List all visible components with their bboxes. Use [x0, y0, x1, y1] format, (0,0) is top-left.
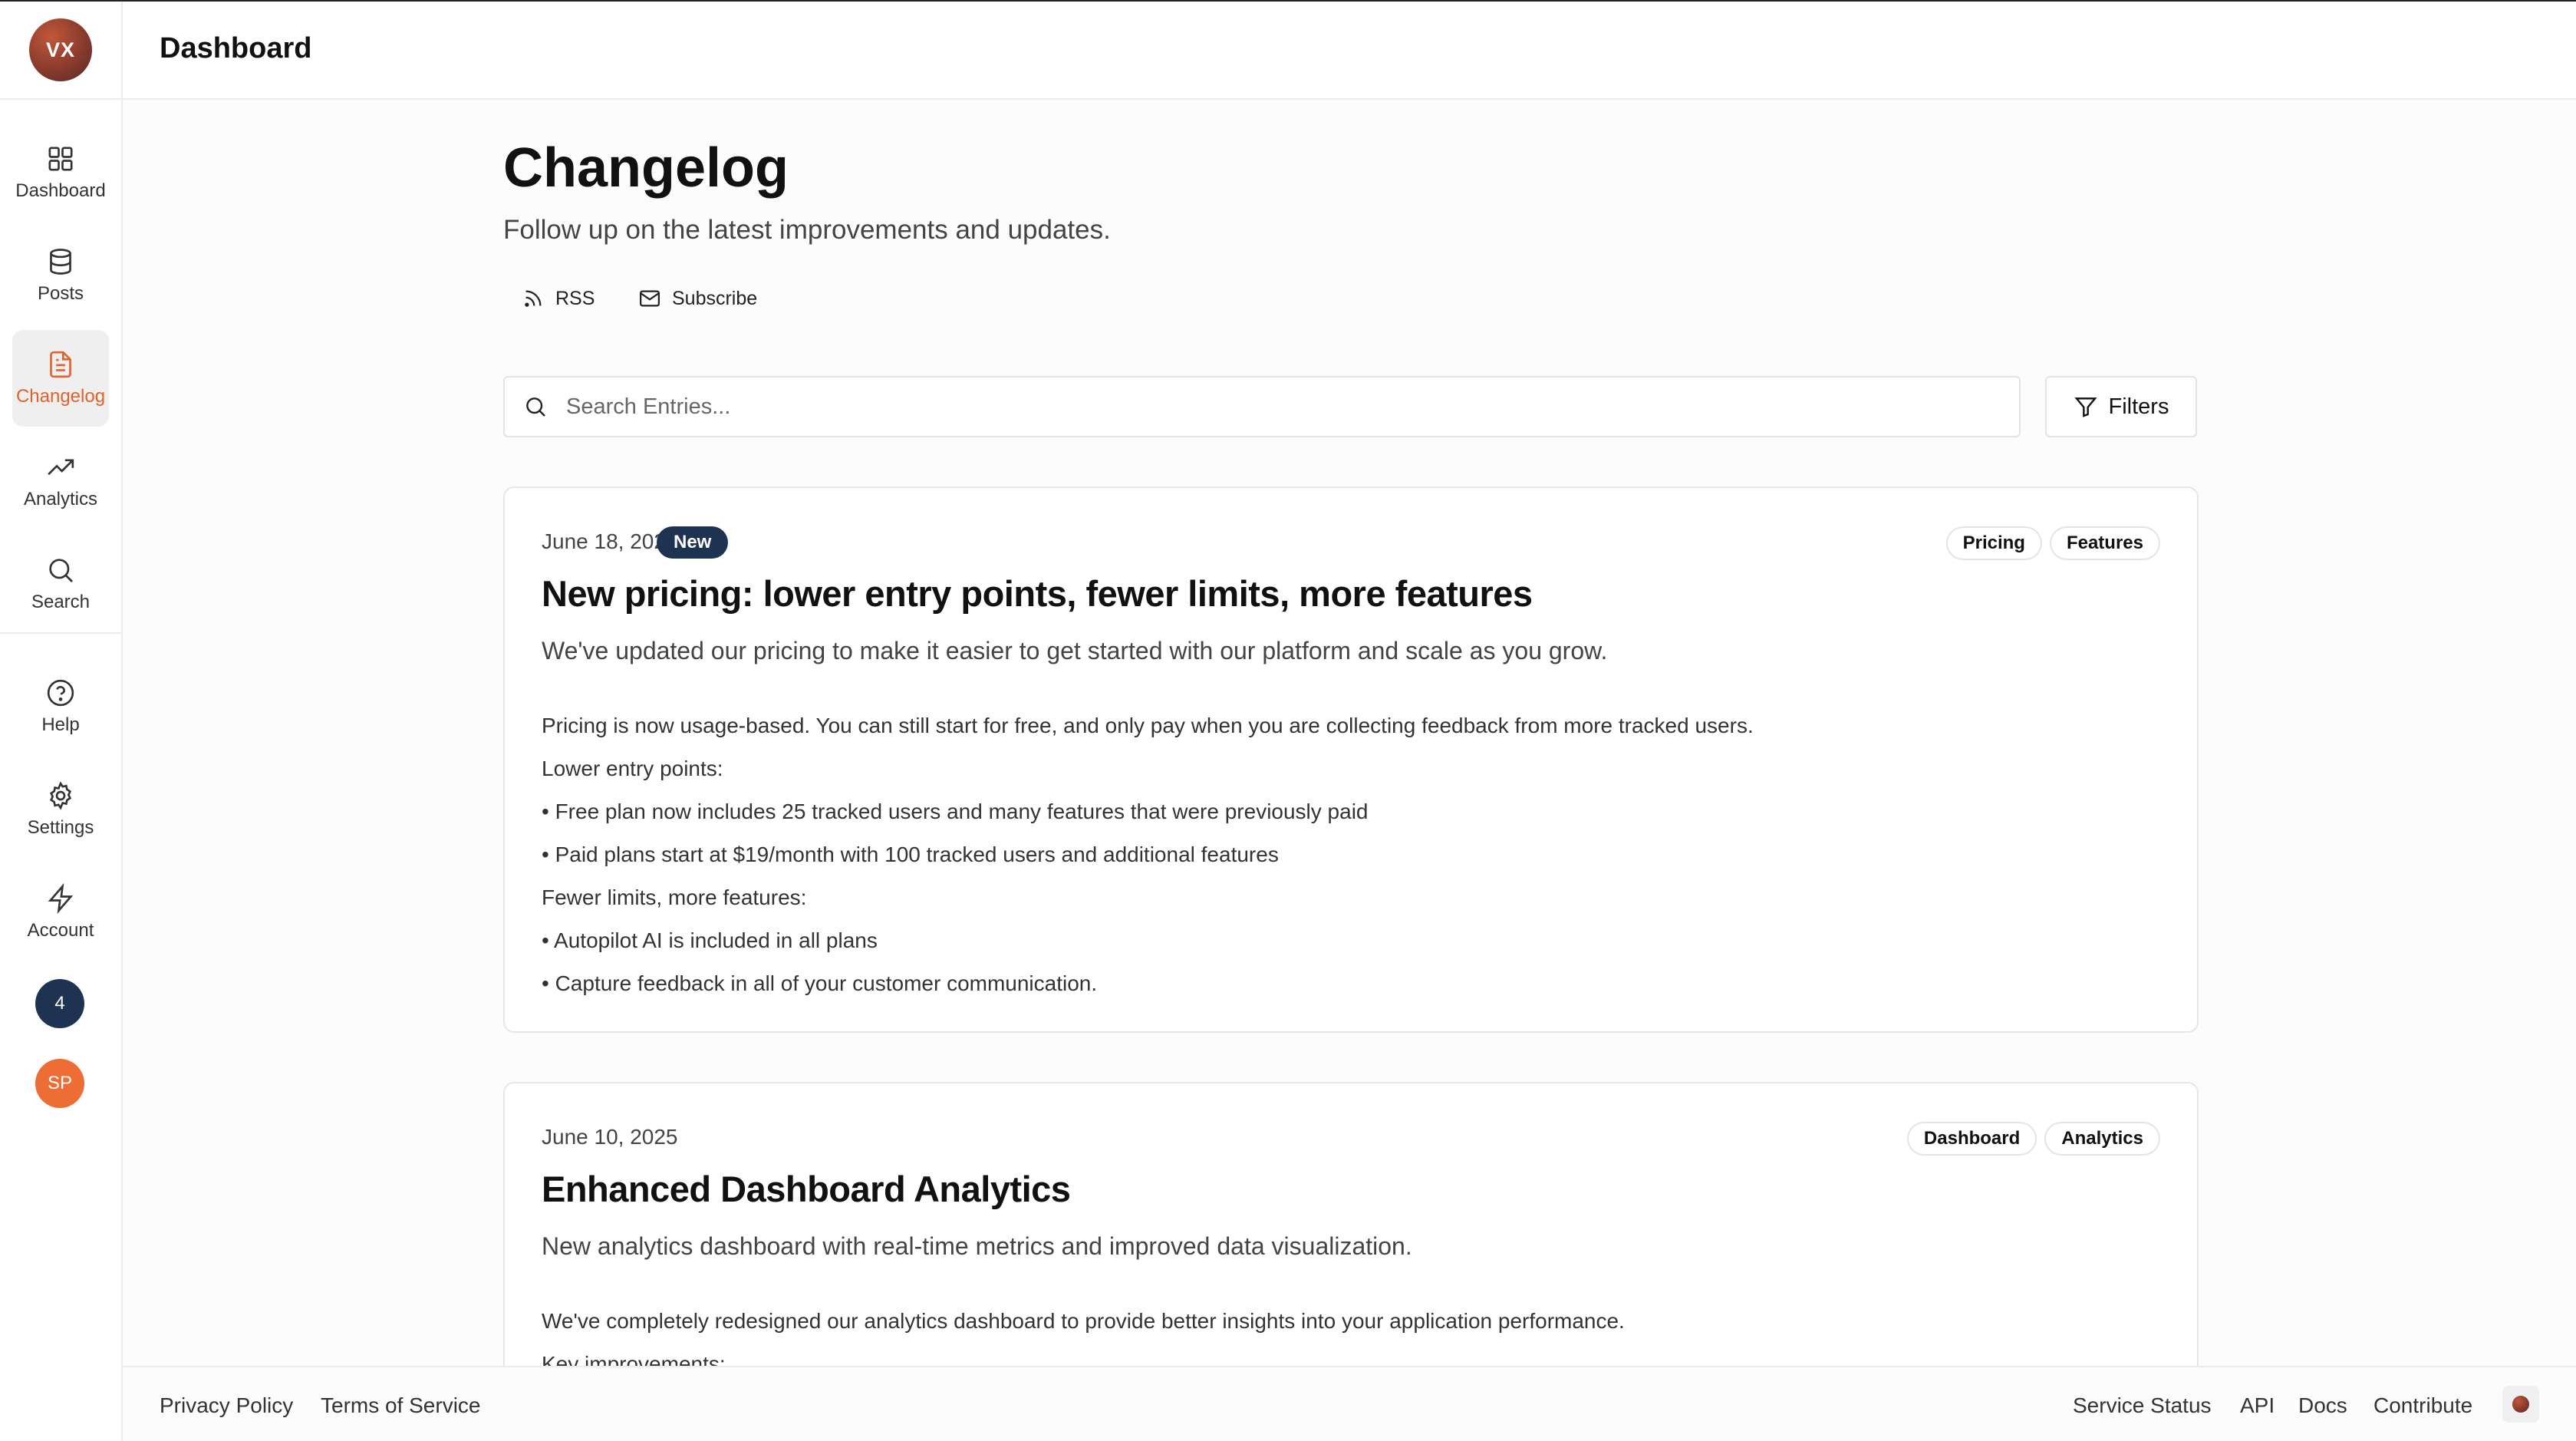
sidebar-item-label: Settings: [27, 817, 94, 838]
mail-icon: [640, 290, 660, 307]
tag-features[interactable]: Features: [2049, 526, 2160, 560]
sidebar: VX Dashboard Posts Changelog Analytics S…: [0, 2, 123, 1441]
sidebar-item-help[interactable]: Help: [12, 658, 109, 755]
gear-icon: [49, 781, 72, 810]
rss-label: RSS: [555, 287, 595, 309]
sidebar-item-label: Changelog: [15, 386, 106, 407]
filters-button[interactable]: Filters: [2045, 376, 2197, 437]
entry-body-line: • Capture feedback in all of your custom…: [542, 971, 1098, 995]
sidebar-item-changelog[interactable]: Changelog: [12, 330, 109, 427]
search-bar: [503, 376, 2021, 437]
search-input[interactable]: [566, 394, 1947, 420]
entry-body-line: Key improvements:: [542, 1352, 726, 1366]
service-status-link[interactable]: Service Status: [2073, 1393, 2212, 1418]
filters-label: Filters: [2108, 394, 2169, 419]
subscribe-button[interactable]: Subscribe: [620, 278, 776, 319]
sidebar-item-analytics[interactable]: Analytics: [12, 433, 109, 529]
lightning-icon: [48, 883, 74, 914]
main-content: Changelog Follow up on the latest improv…: [123, 100, 2576, 1366]
entry-title[interactable]: New pricing: lower entry points, fewer l…: [542, 572, 1533, 615]
theme-toggle-button[interactable]: [2502, 1386, 2539, 1423]
changelog-entry: June 10, 2025 Dashboard Analytics Enhanc…: [503, 1082, 2199, 1366]
sidebar-item-label: Analytics: [23, 489, 98, 509]
tag-analytics[interactable]: Analytics: [2044, 1122, 2160, 1156]
grid-icon: [48, 147, 73, 171]
docs-link[interactable]: Docs: [2298, 1393, 2347, 1418]
sidebar-item-settings[interactable]: Settings: [12, 761, 109, 858]
sidebar-item-search[interactable]: Search: [12, 536, 109, 632]
entry-date: June 10, 2025: [542, 1125, 678, 1149]
privacy-policy-link[interactable]: Privacy Policy: [160, 1393, 293, 1418]
entry-body-line: • Free plan now includes 25 tracked user…: [542, 800, 1369, 823]
theme-dot-icon: [2512, 1396, 2529, 1413]
database-icon: [50, 249, 71, 275]
search-icon: [526, 397, 545, 417]
sidebar-item-posts[interactable]: Posts: [12, 227, 109, 324]
search-icon: [49, 559, 73, 582]
entry-body-line: Lower entry points:: [542, 757, 723, 780]
user-avatar[interactable]: SP: [35, 1059, 84, 1108]
footer: Privacy Policy Terms of Service Service …: [123, 1366, 2576, 1441]
sidebar-item-label: Search: [31, 592, 91, 612]
tag-pricing[interactable]: Pricing: [1945, 526, 2042, 560]
entry-tags: Dashboard Analytics: [1906, 1122, 2160, 1156]
trending-up-icon: [48, 459, 74, 476]
entry-body-line: Fewer limits, more features:: [542, 885, 807, 909]
new-badge: New: [657, 526, 729, 559]
tag-dashboard[interactable]: Dashboard: [1906, 1122, 2037, 1156]
sidebar-divider: [0, 98, 121, 100]
page-title: Changelog: [503, 137, 789, 199]
rss-button[interactable]: RSS: [503, 278, 613, 319]
filter-icon: [2074, 397, 2097, 417]
sidebar-divider: [0, 632, 121, 634]
workspace-avatar[interactable]: VX: [29, 18, 92, 81]
entry-body-line: Pricing is now usage-based. You can stil…: [542, 714, 1754, 737]
sidebar-item-label: Dashboard: [15, 180, 106, 201]
notification-badge[interactable]: 4: [35, 979, 84, 1028]
sidebar-item-label: Posts: [37, 283, 84, 304]
entry-body-line: • Paid plans start at $19/month with 100…: [542, 843, 1279, 866]
entry-body-line: • Autopilot AI is included in all plans: [542, 928, 878, 952]
header-title: Dashboard: [160, 32, 312, 64]
rss-icon: [525, 290, 542, 307]
sidebar-item-label: Help: [41, 714, 80, 735]
entry-summary: We've updated our pricing to make it eas…: [542, 637, 1608, 664]
sidebar-item-account[interactable]: Account: [12, 864, 109, 961]
entry-tags: Pricing Features: [1945, 526, 2160, 560]
entry-body: We've completely redesigned our analytic…: [542, 1300, 1625, 1366]
page-subtitle: Follow up on the latest improvements and…: [503, 215, 1111, 245]
entry-body: Pricing is now usage-based. You can stil…: [542, 704, 1754, 1005]
entry-summary: New analytics dashboard with real-time m…: [542, 1232, 1412, 1260]
changelog-entry: June 18, 2025 New Pricing Features New p…: [503, 486, 2199, 1033]
subscribe-label: Subscribe: [672, 287, 758, 309]
top-header: Dashboard: [123, 2, 2576, 100]
entry-body-line: We've completely redesigned our analytic…: [542, 1309, 1625, 1333]
entry-title[interactable]: Enhanced Dashboard Analytics: [542, 1168, 1071, 1210]
sidebar-item-dashboard[interactable]: Dashboard: [12, 124, 109, 221]
terms-of-service-link[interactable]: Terms of Service: [321, 1393, 481, 1418]
document-icon: [50, 351, 71, 378]
contribute-link[interactable]: Contribute: [2373, 1393, 2472, 1418]
sidebar-item-label: Account: [27, 920, 94, 941]
help-circle-icon: [47, 679, 74, 707]
api-link[interactable]: API: [2240, 1393, 2275, 1418]
